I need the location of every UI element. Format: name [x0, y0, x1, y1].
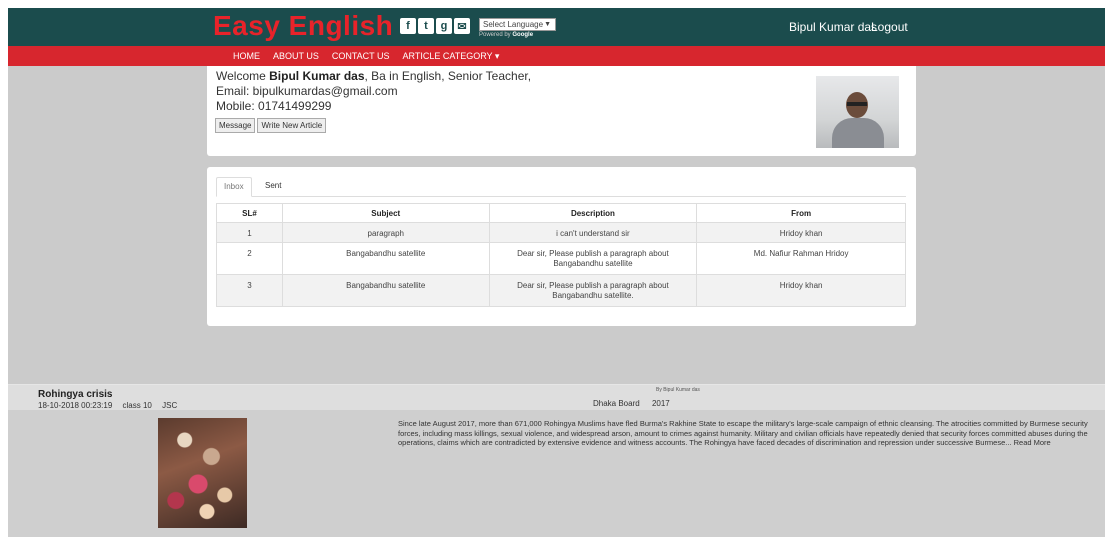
cell-subject: Bangabandhu satellite [281, 242, 490, 275]
message-button[interactable]: Message [215, 118, 256, 133]
article-meta: 18-10-2018 00:23:19 class 10 JSC [38, 401, 185, 410]
profile-email: Email: bipulkumardas@gmail.com [216, 84, 398, 98]
nav-home[interactable]: HOME [233, 51, 260, 62]
message-tabs: Inbox Sent [216, 177, 906, 197]
cell-subject: Bangabandhu satellite [281, 274, 490, 307]
profile-mobile: Mobile: 01741499299 [216, 99, 332, 113]
article-image[interactable] [158, 418, 247, 528]
article-board: Dhaka Board [593, 399, 640, 408]
facebook-icon[interactable]: f [400, 18, 416, 34]
photo-glasses [847, 102, 867, 106]
nav-bar: HOME ABOUT US CONTACT US ARTICLE CATEGOR… [8, 46, 1105, 66]
table-row[interactable]: 3 Bangabandhu satellite Dear sir, Please… [216, 274, 906, 307]
cell-subject: paragraph [281, 222, 490, 243]
page-frame: Easy English f t g ✉ Select Language ▼ P… [8, 8, 1105, 537]
cell-sl: 1 [216, 222, 283, 243]
welcome-line: Welcome Bipul Kumar das, Ba in English, … [216, 69, 532, 83]
table-row[interactable]: 1 paragraph i can't understand sir Hrido… [216, 222, 906, 243]
cell-sl: 3 [216, 274, 283, 307]
article-datetime: 18-10-2018 00:23:19 [38, 401, 113, 410]
article-excerpt: Since late August 2017, more than 671,00… [398, 419, 1088, 447]
article-class: class 10 [122, 401, 152, 410]
cell-from: Md. Nafiur Rahman Hridoy [696, 242, 906, 275]
column-header: Subject [281, 203, 490, 223]
user-name-link[interactable]: Bipul Kumar das [789, 20, 877, 34]
column-header: From [696, 203, 906, 223]
cell-description: Dear sir, Please publish a paragraph abo… [488, 242, 698, 275]
article-title[interactable]: Rohingya crisis [38, 389, 112, 400]
article-header: Rohingya crisis 18-10-2018 00:23:19 clas… [8, 385, 1105, 410]
article-year: 2017 [651, 399, 670, 408]
profile-card: Welcome Bipul Kumar das, Ba in English, … [207, 66, 916, 156]
column-header: SL# [216, 203, 283, 223]
column-header: Description [488, 203, 698, 223]
inbox-table: SL# Subject Description From 1 paragraph… [216, 203, 906, 307]
site-logo[interactable]: Easy English [213, 10, 393, 42]
article-board-info: Dhaka Board 2017 [593, 399, 680, 408]
nav-about-us[interactable]: ABOUT US [273, 51, 319, 62]
tab-inbox[interactable]: Inbox [216, 177, 252, 197]
email-icon[interactable]: ✉ [454, 18, 470, 34]
profile-photo [816, 76, 899, 148]
profile-name: Bipul Kumar das [269, 69, 365, 83]
table-row[interactable]: 2 Bangabandhu satellite Dear sir, Please… [216, 242, 906, 275]
google-plus-icon[interactable]: g [436, 18, 452, 34]
write-new-article-button[interactable]: Write New Article [257, 118, 327, 133]
photo-body [832, 118, 884, 148]
cell-from: Hridoy khan [696, 222, 906, 243]
powered-by: Powered by Google [479, 32, 534, 38]
article-author: By Bipul Kumar das [656, 387, 700, 393]
profile-info: Welcome Bipul Kumar das, Ba in English, … [216, 69, 531, 114]
article-preview: Rohingya crisis 18-10-2018 00:23:19 clas… [8, 384, 1105, 537]
social-links: f t g ✉ [400, 18, 470, 34]
profile-actions: Message Write New Article [215, 118, 327, 133]
nav-contact-us[interactable]: CONTACT US [332, 51, 390, 62]
cell-from: Hridoy khan [696, 274, 906, 307]
cell-description: Dear sir, Please publish a paragraph abo… [488, 274, 698, 307]
nav-article-category[interactable]: ARTICLE CATEGORY ▾ [403, 51, 500, 62]
cell-sl: 2 [216, 242, 283, 275]
inbox-card: Inbox Sent SL# Subject Description From … [207, 167, 916, 326]
top-header: Easy English f t g ✉ Select Language ▼ P… [8, 8, 1105, 46]
tab-sent[interactable]: Sent [258, 177, 288, 197]
cell-description: i can't understand sir [488, 222, 698, 243]
nav-menu: HOME ABOUT US CONTACT US ARTICLE CATEGOR… [233, 51, 499, 62]
logout-link[interactable]: Logout [871, 20, 908, 34]
twitter-icon[interactable]: t [418, 18, 434, 34]
article-exam: JSC [162, 401, 178, 410]
language-selector: Select Language ▼ Powered by Google [479, 18, 556, 38]
table-header-row: SL# Subject Description From [216, 203, 906, 223]
language-select[interactable]: Select Language ▼ [479, 18, 556, 31]
chevron-down-icon: ▼ [544, 21, 551, 28]
